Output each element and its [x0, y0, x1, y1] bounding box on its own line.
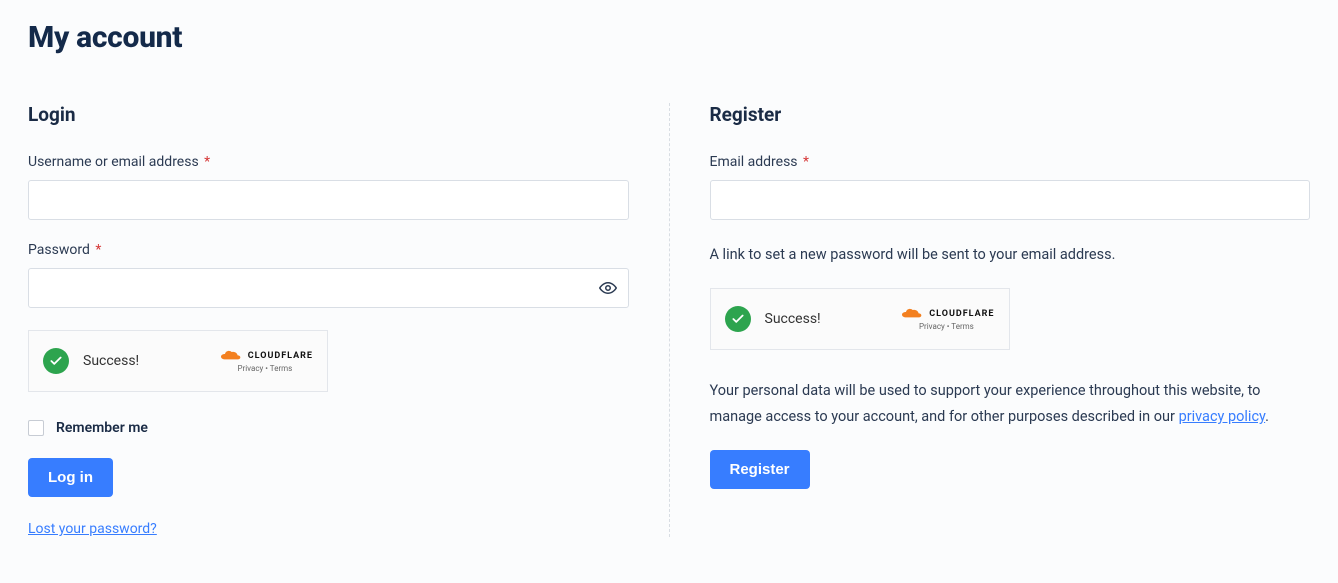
username-label: Username or email address * [28, 154, 629, 170]
cloudflare-legal[interactable]: Privacy • Terms [237, 364, 292, 373]
required-mark: * [204, 154, 210, 170]
register-link-info: A link to set a new password will be sen… [710, 242, 1311, 268]
cloudflare-legal[interactable]: Privacy • Terms [919, 322, 974, 331]
required-mark: * [95, 242, 101, 258]
password-field: Password * [28, 242, 629, 308]
password-label: Password * [28, 242, 629, 258]
username-label-text: Username or email address [28, 154, 199, 170]
register-email-input[interactable] [710, 180, 1311, 220]
register-email-label: Email address * [710, 154, 1311, 170]
privacy-paragraph: Your personal data will be used to suppo… [710, 378, 1311, 430]
password-input[interactable] [28, 268, 629, 308]
register-heading: Register [710, 103, 1311, 126]
remember-label[interactable]: Remember me [56, 420, 148, 436]
username-field: Username or email address * [28, 154, 629, 220]
lost-password-link[interactable]: Lost your password? [28, 521, 629, 537]
remember-checkbox[interactable] [28, 420, 44, 436]
login-heading: Login [28, 103, 629, 126]
register-button[interactable]: Register [710, 450, 810, 489]
register-column: Register Email address * A link to set a… [669, 103, 1311, 537]
privacy-policy-link[interactable]: privacy policy [1179, 408, 1266, 425]
privacy-text-post: . [1265, 408, 1269, 425]
account-columns: Login Username or email address * Passwo… [28, 103, 1310, 537]
register-turnstile: Success! CLOUDFLARE Privacy • Terms [710, 288, 1010, 350]
cloudflare-text: CLOUDFLARE [248, 351, 313, 361]
cloudflare-brand: CLOUDFLARE Privacy • Terms [217, 350, 313, 373]
login-column: Login Username or email address * Passwo… [28, 103, 669, 537]
turnstile-status: Success! [83, 353, 217, 369]
cloud-icon [898, 308, 926, 320]
required-mark: * [803, 154, 809, 170]
cloudflare-brand: CLOUDFLARE Privacy • Terms [898, 308, 994, 331]
checkmark-icon [43, 348, 69, 374]
checkmark-icon [725, 306, 751, 332]
page-title: My account [28, 20, 1310, 55]
register-email-field: Email address * [710, 154, 1311, 220]
cloudflare-text: CLOUDFLARE [929, 309, 994, 319]
remember-row: Remember me [28, 420, 629, 436]
login-button[interactable]: Log in [28, 458, 113, 497]
login-turnstile: Success! CLOUDFLARE Privacy • Terms [28, 330, 328, 392]
cloud-icon [217, 350, 245, 362]
turnstile-status: Success! [765, 311, 899, 327]
register-email-label-text: Email address [710, 154, 798, 170]
password-label-text: Password [28, 242, 90, 258]
username-input[interactable] [28, 180, 629, 220]
eye-icon[interactable] [599, 279, 617, 297]
